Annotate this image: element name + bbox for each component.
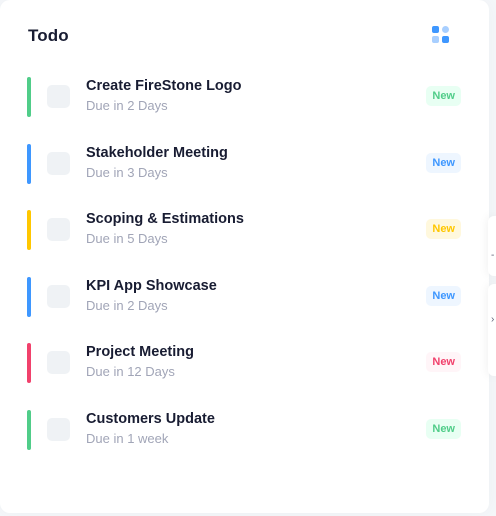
todo-text: Create FireStone Logo Due in 2 Days	[86, 77, 242, 114]
side-drawer-tab[interactable]: ‐	[488, 216, 496, 276]
todo-due-date: Due in 3 Days	[86, 165, 168, 180]
todo-text: Stakeholder Meeting Due in 3 Days	[86, 144, 228, 181]
status-badge: New	[426, 352, 461, 372]
todo-text: KPI App Showcase Due in 2 Days	[86, 277, 217, 314]
card-title: Todo	[28, 26, 69, 45]
todo-text: Scoping & Estimations Due in 5 Days	[86, 210, 244, 247]
card-menu-button[interactable]	[431, 25, 453, 47]
todo-title-link[interactable]: KPI App Showcase	[86, 277, 217, 295]
todo-item: Stakeholder Meeting Due in 3 Days New	[27, 144, 461, 184]
status-badge: New	[426, 219, 461, 239]
todo-due-date: Due in 5 Days	[86, 231, 168, 246]
status-badge: New	[426, 86, 461, 106]
status-badge: New	[426, 419, 461, 439]
todo-checkbox[interactable]	[47, 285, 70, 308]
todo-checkbox[interactable]	[47, 152, 70, 175]
todo-due-date: Due in 2 Days	[86, 98, 168, 113]
todo-card: Todo Create FireStone Logo Due in 2 Days…	[0, 0, 489, 513]
side-tab-glyph: ›	[491, 314, 495, 325]
status-badge: New	[426, 153, 461, 173]
side-tab-glyph: ‐	[491, 250, 495, 261]
todo-color-bullet	[27, 210, 31, 250]
todo-item: Project Meeting Due in 12 Days New	[27, 343, 461, 383]
side-drawer-tab[interactable]: ›	[488, 284, 496, 376]
todo-item: Scoping & Estimations Due in 5 Days New	[27, 210, 461, 250]
todo-due-date: Due in 12 Days	[86, 364, 175, 379]
todo-title-link[interactable]: Scoping & Estimations	[86, 210, 244, 228]
todo-due-date: Due in 1 week	[86, 431, 169, 446]
todo-checkbox[interactable]	[47, 85, 70, 108]
todo-title-link[interactable]: Create FireStone Logo	[86, 77, 242, 95]
todo-color-bullet	[27, 343, 31, 383]
todo-title-link[interactable]: Customers Update	[86, 410, 215, 428]
todo-color-bullet	[27, 77, 31, 117]
todo-checkbox[interactable]	[47, 351, 70, 374]
card-header: Todo	[28, 24, 461, 48]
todo-text: Project Meeting Due in 12 Days	[86, 343, 194, 380]
category-grid-icon	[432, 26, 449, 43]
status-badge: New	[426, 286, 461, 306]
todo-item: Customers Update Due in 1 week New	[27, 410, 461, 450]
todo-item: Create FireStone Logo Due in 2 Days New	[27, 77, 461, 117]
todo-title-link[interactable]: Stakeholder Meeting	[86, 144, 228, 162]
todo-item: KPI App Showcase Due in 2 Days New	[27, 277, 461, 317]
todo-color-bullet	[27, 144, 31, 184]
todo-title-link[interactable]: Project Meeting	[86, 343, 194, 361]
todo-color-bullet	[27, 410, 31, 450]
todo-due-date: Due in 2 Days	[86, 298, 168, 313]
todo-text: Customers Update Due in 1 week	[86, 410, 215, 447]
todo-checkbox[interactable]	[47, 418, 70, 441]
todo-checkbox[interactable]	[47, 218, 70, 241]
todo-color-bullet	[27, 277, 31, 317]
